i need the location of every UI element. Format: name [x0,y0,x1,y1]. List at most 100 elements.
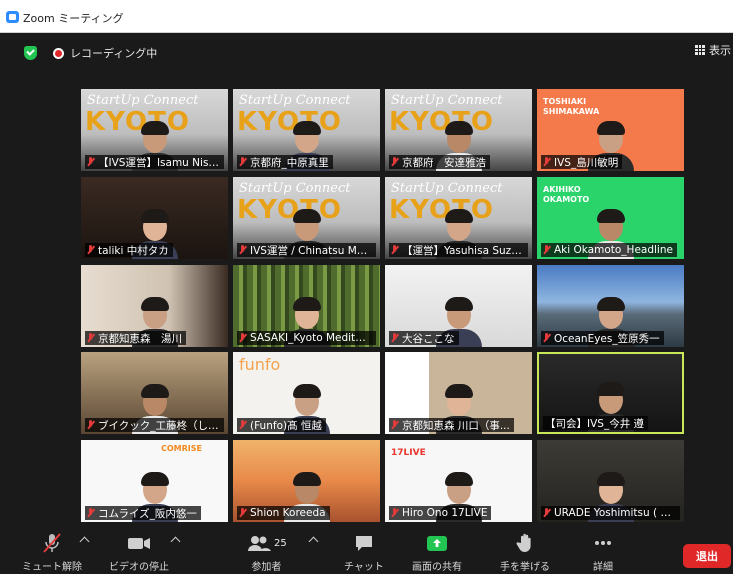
participant-name: コムライズ_阪内悠一 [98,507,197,520]
participant-nameplate: ブイクック_工藤柊（しゅ... [85,418,224,432]
video-tile[interactable]: 大谷ここな [385,265,532,347]
muted-mic-icon [239,157,246,167]
video-tile[interactable]: TOSHIAKI SHIMAKAWA IVS_島川敏明 [537,89,684,171]
participant-name: IVS_島川敏明 [554,156,619,169]
muted-mic-icon [391,420,398,430]
title-bar: Zoom ミーティング [0,0,733,33]
video-tile[interactable]: StartUp Connect KYOTO 【運営】Yasuhisa Suzuta [385,177,532,259]
participant-name: 京都知恵森 湯川 [98,332,182,345]
participant-nameplate: SASAKI_Kyoto Meditati... [237,331,376,345]
leave-button[interactable]: 退出 [683,544,731,568]
muted-mic-icon [391,333,398,343]
participant-name: taliki 中村タカ [98,244,169,257]
raise-hand-button[interactable]: 手を挙げる [500,532,550,573]
view-button[interactable]: 表示 [695,42,731,58]
event-logo-script: StartUp Connect [239,93,351,108]
background-overlay-text: 17LIVE [391,448,426,458]
participant-name: ブイクック_工藤柊（しゅ... [98,419,220,432]
participant-name: 京都府_中原真里 [250,156,329,169]
participant-nameplate: 京都府_中原真里 [237,155,333,169]
participant-nameplate: 【司会】IVS_今井 遵 [543,416,649,430]
muted-mic-icon [543,245,550,255]
video-tile[interactable]: AKIHIKO OKAMOTO Aki Okamoto_Headline [537,177,684,259]
muted-mic-icon [87,333,94,343]
muted-mic-icon [239,508,246,518]
recording-icon [53,47,64,59]
more-button[interactable]: 詳細 [592,532,614,573]
recording-label: レコーディング中 [70,47,158,60]
participant-nameplate: 京都府 安達雅浩 [389,155,490,169]
participant-name: OceanEyes_笠原秀一 [554,332,660,345]
window-title: Zoom ミーティング [23,12,124,25]
muted-mic-icon [391,508,398,518]
participant-nameplate: 【IVS運営】Isamu Nishij... [85,155,224,169]
background-overlay-text: TOSHIAKI SHIMAKAWA [543,97,600,116]
muted-mic-icon [239,245,246,255]
more-dots-icon [592,532,614,554]
participant-name: SASAKI_Kyoto Meditati... [250,332,372,344]
participant-nameplate: Aki Okamoto_Headline [541,243,677,257]
video-tile[interactable]: StartUp Connect KYOTO 京都府_中原真里 [233,89,380,171]
video-tile[interactable]: StartUp Connect KYOTO IVS運営 / Chinatsu Ma.… [233,177,380,259]
chat-button[interactable]: チャット [344,532,384,573]
video-camera-icon [126,532,152,554]
event-logo-script: StartUp Connect [391,181,503,196]
event-logo-script: StartUp Connect [87,93,199,108]
participants-icon [248,536,271,551]
video-tile[interactable]: SASAKI_Kyoto Meditati... [233,265,380,347]
security-shield-icon[interactable] [24,46,37,60]
event-logo-script: StartUp Connect [239,181,351,196]
video-tile[interactable]: URADE Yoshimitsu ( Ky... [537,440,684,522]
event-logo-script: StartUp Connect [391,93,503,108]
video-tile[interactable]: funfo (Funfo)髙 恒越 [233,352,380,434]
participants-label: 参加者 [251,562,282,573]
status-bar: レコーディング中 [24,44,157,62]
stop-video-button[interactable]: ビデオの停止 [109,532,169,573]
muted-mic-icon [87,420,94,430]
video-tile[interactable]: taliki 中村タカ [81,177,228,259]
video-tile[interactable]: 17LIVE Hiro Ono 17LIVE [385,440,532,522]
chat-label: チャット [344,562,384,573]
participant-nameplate: 大谷ここな [389,331,459,345]
participants-button[interactable]: 25 参加者 [246,532,287,573]
video-options-chevron-icon[interactable] [170,536,181,547]
participant-name: 京都府 安達雅浩 [402,156,486,169]
participant-nameplate: (Funfo)髙 恒越 [237,418,326,432]
video-tile[interactable]: 【司会】IVS_今井 遵 [537,352,684,434]
share-screen-button[interactable]: 画面の共有 [412,532,462,573]
zoom-app-icon [6,11,19,23]
muted-mic-icon [87,508,94,518]
muted-mic-icon [391,245,398,255]
participant-nameplate: コムライズ_阪内悠一 [85,506,201,520]
video-tile[interactable]: 京都知恵森 川口（事... [385,352,532,434]
share-screen-icon [425,532,449,554]
participants-options-chevron-icon[interactable] [308,536,319,547]
video-tile[interactable]: 京都知恵森 湯川 [81,265,228,347]
raise-hand-label: 手を挙げる [500,562,550,573]
unmute-button[interactable]: ミュート解除 [22,532,82,573]
video-tile[interactable]: StartUp Connect KYOTO 京都府 安達雅浩 [385,89,532,171]
video-tile[interactable]: OceanEyes_笠原秀一 [537,265,684,347]
participant-nameplate: taliki 中村タカ [85,243,173,257]
video-tile[interactable]: ブイクック_工藤柊（しゅ... [81,352,228,434]
participant-name: Hiro Ono 17LIVE [402,507,488,519]
background-overlay-text: AKIHIKO OKAMOTO [543,185,590,204]
participant-nameplate: 京都知恵森 川口（事... [389,418,514,432]
participant-name: IVS運営 / Chinatsu Ma... [250,244,372,257]
hand-icon [514,532,536,554]
participant-nameplate: URADE Yoshimitsu ( Ky... [541,506,680,520]
participant-name: 京都知恵森 川口（事... [402,419,510,432]
background-overlay-text: COMRISE [161,444,202,453]
unmute-label: ミュート解除 [22,562,82,573]
participant-name: Shion Koreeda [250,507,326,519]
video-tile[interactable]: Shion Koreeda [233,440,380,522]
participants-icon-wrap: 25 [246,532,287,554]
muted-mic-icon [239,420,246,430]
more-label: 詳細 [593,562,613,573]
participant-name: 【運営】Yasuhisa Suzuta [402,244,524,257]
participants-count: 25 [274,537,287,549]
video-tile[interactable]: COMRISE コムライズ_阪内悠一 [81,440,228,522]
participant-name: URADE Yoshimitsu ( Ky... [554,507,676,519]
participant-name: 大谷ここな [402,332,455,345]
video-tile[interactable]: StartUp Connect KYOTO 【IVS運営】Isamu Nishij.… [81,89,228,171]
